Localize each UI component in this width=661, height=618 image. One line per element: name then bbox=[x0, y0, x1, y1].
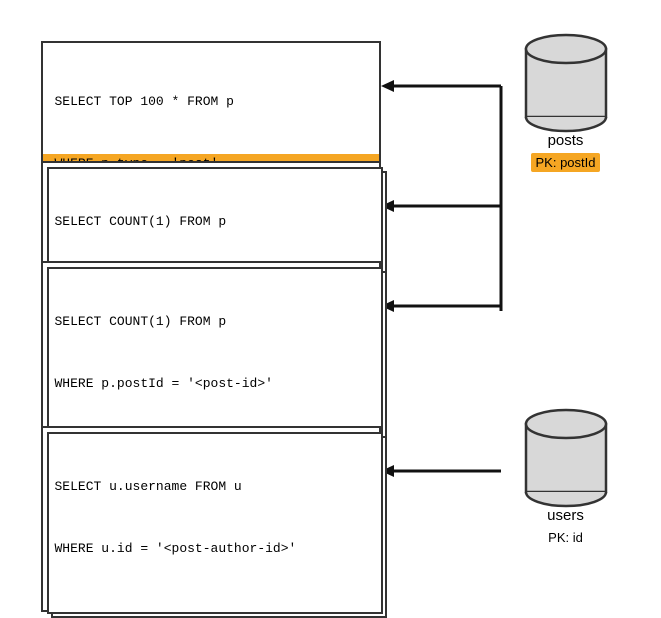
db-users-svg bbox=[521, 406, 611, 511]
query2-line1: SELECT COUNT(1) FROM p bbox=[55, 212, 367, 233]
query4-line2: WHERE u.id = '<post-author-id>' bbox=[55, 539, 367, 560]
query4-line1: SELECT u.username FROM u bbox=[55, 477, 367, 498]
db-users: users PK: id bbox=[521, 406, 611, 547]
query-box-4: SELECT u.username FROM u WHERE u.id = '<… bbox=[41, 426, 381, 612]
query3-line1: SELECT COUNT(1) FROM p bbox=[55, 312, 367, 333]
db-posts-pk: PK: postId bbox=[531, 154, 601, 172]
diagram: SELECT TOP 100 * FROM p WHERE p.type = '… bbox=[11, 11, 651, 571]
query1-line1: SELECT TOP 100 * FROM p bbox=[55, 92, 367, 113]
db-posts-pk-text: PK: postId bbox=[531, 153, 601, 172]
db-users-pk-text: PK: id bbox=[548, 530, 583, 545]
db-users-pk: PK: id bbox=[548, 529, 583, 547]
db-users-label: users bbox=[547, 507, 584, 524]
query3-line2: WHERE p.postId = '<post-id>' bbox=[55, 374, 367, 395]
db-posts: posts PK: postId bbox=[521, 31, 611, 172]
db-posts-svg bbox=[521, 31, 611, 136]
db-posts-label: posts bbox=[548, 132, 584, 149]
